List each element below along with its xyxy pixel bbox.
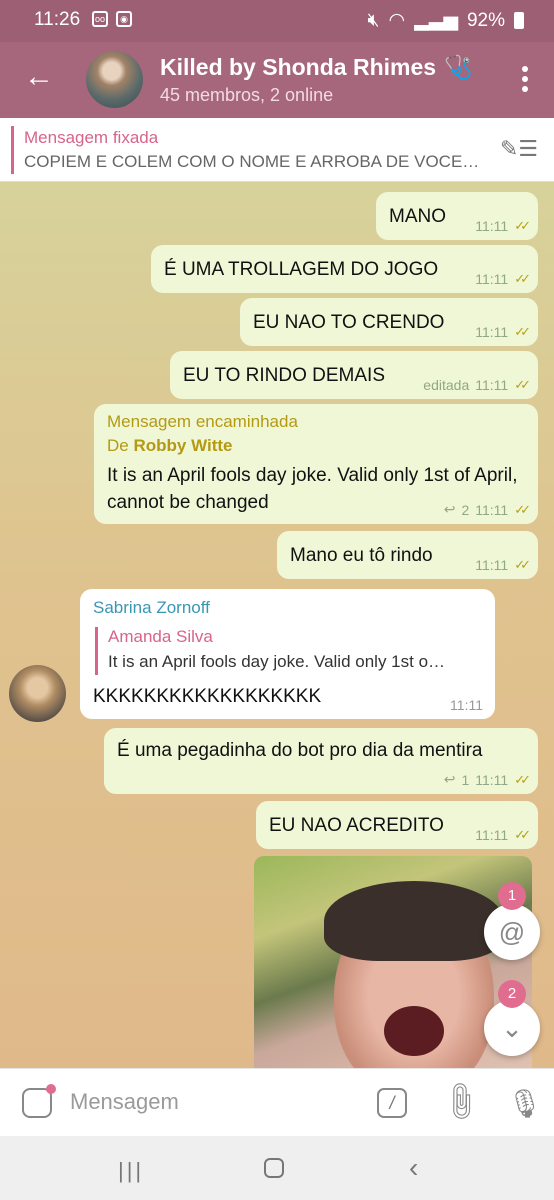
double-check-icon: ✓✓: [514, 771, 531, 787]
forwarded-message-bubble[interactable]: Mensagem encaminhada De Robby Witte It i…: [94, 404, 538, 524]
double-check-icon: ✓✓: [514, 501, 531, 517]
sender-name[interactable]: Sabrina Zornoff: [93, 598, 210, 618]
reply-author[interactable]: Amanda Silva: [108, 627, 213, 647]
wifi-icon: ◠: [388, 10, 406, 31]
message-time: 11:11: [475, 218, 509, 234]
forward-source-name[interactable]: Robby Witte: [133, 436, 232, 455]
message-composer: / 📎︎ 🎙︎: [0, 1068, 554, 1136]
signal-icon: ▂▃▅: [414, 10, 458, 31]
home-icon[interactable]: [264, 1158, 284, 1178]
recent-apps-icon[interactable]: |||: [118, 1158, 144, 1184]
status-bar: 11:26 oo ◉ 🔇︎ ◠ ▂▃▅ 92%: [0, 0, 554, 42]
pinned-text: COPIEM E COLEM COM O NOME E ARROBA DE VO…: [24, 152, 480, 171]
more-options-icon[interactable]: [522, 66, 528, 92]
arrow-left-icon[interactable]: ←: [24, 62, 54, 92]
pinned-title: Mensagem fixada: [24, 128, 159, 147]
clock: 11:26: [34, 9, 81, 30]
mentions-button[interactable]: @: [484, 904, 540, 960]
edited-label: editada: [423, 377, 470, 393]
message-bubble[interactable]: EU TO RINDO DEMAIS editada 11:11 ✓✓: [170, 351, 538, 399]
incoming-message-bubble[interactable]: Sabrina Zornoff Amanda Silva It is an Ap…: [80, 589, 495, 719]
reply-count-icon: ↩: [443, 771, 456, 787]
battery-icon: [514, 12, 524, 29]
notification-icon: ◉: [116, 11, 132, 27]
system-navigation-bar: ||| ‹: [0, 1136, 554, 1200]
group-member-count: 45 membros, 2 online: [160, 85, 334, 105]
double-check-icon: ✓✓: [514, 377, 531, 392]
message-time: 11:11: [450, 697, 483, 713]
mute-icon: 🔇︎: [367, 9, 380, 31]
group-title[interactable]: Killed by Shonda Rhimes 🩺: [160, 54, 473, 81]
double-check-icon: ✓✓: [514, 218, 531, 233]
voicemail-icon: oo: [92, 11, 108, 27]
scroll-down-button[interactable]: ⌄: [484, 1000, 540, 1056]
message-time: 11:11: [475, 827, 509, 843]
sticker-icon[interactable]: [22, 1084, 56, 1118]
back-icon[interactable]: ‹: [409, 1152, 418, 1184]
message-time: 11:11: [475, 271, 509, 287]
microphone-icon[interactable]: 🎙︎: [507, 1087, 543, 1120]
double-check-icon: ✓✓: [514, 271, 531, 286]
reply-count: 1: [461, 771, 470, 788]
message-text: KKKKKKKKKKKKKKKKKK: [93, 686, 322, 707]
double-check-icon: ✓✓: [514, 324, 531, 339]
battery-level: 92%: [466, 9, 505, 31]
message-bubble[interactable]: Mano eu tô rindo 11:11 ✓✓: [277, 531, 538, 579]
forwarded-label: Mensagem encaminhada: [107, 412, 298, 431]
group-avatar[interactable]: [86, 51, 143, 108]
message-bubble[interactable]: MANO 11:11 ✓✓: [376, 192, 538, 240]
unread-badge: 2: [498, 980, 526, 1008]
mentions-badge: 1: [498, 882, 526, 910]
message-time: 11:11: [475, 771, 509, 788]
stethoscope-icon: 🩺: [444, 54, 473, 80]
message-time: 11:11: [475, 557, 509, 573]
chat-header: ← Killed by Shonda Rhimes 🩺 45 membros, …: [0, 42, 554, 118]
reply-preview[interactable]: It is an April fools day joke. Valid onl…: [108, 652, 445, 672]
paperclip-icon[interactable]: 📎︎: [437, 1077, 485, 1125]
message-list[interactable]: MANO 11:11 ✓✓ É UMA TROLLAGEM DO JOGO 11…: [0, 182, 554, 1068]
pinned-message[interactable]: Mensagem fixada COPIEM E COLEM COM O NOM…: [0, 118, 554, 182]
reply-count-icon: ↩: [443, 501, 456, 517]
avatar[interactable]: [9, 665, 66, 722]
message-bubble[interactable]: EU NAO TO CRENDO 11:11 ✓✓: [240, 298, 538, 346]
message-time: 11:11: [475, 324, 509, 340]
message-bubble[interactable]: EU NAO ACREDITO 11:11 ✓✓: [256, 801, 538, 849]
message-input[interactable]: [70, 1089, 350, 1115]
message-bubble[interactable]: É uma pegadinha do bot pro dia da mentir…: [104, 728, 538, 794]
double-check-icon: ✓✓: [514, 557, 531, 572]
message-time: 11:11: [475, 377, 509, 393]
bot-command-icon[interactable]: /: [377, 1088, 407, 1118]
pinned-list-icon[interactable]: ✎☰: [500, 136, 538, 162]
message-time: 11:11: [475, 501, 509, 518]
message-bubble[interactable]: É UMA TROLLAGEM DO JOGO 11:11 ✓✓: [151, 245, 538, 293]
double-check-icon: ✓✓: [514, 827, 531, 842]
reply-count: 2: [461, 501, 470, 518]
